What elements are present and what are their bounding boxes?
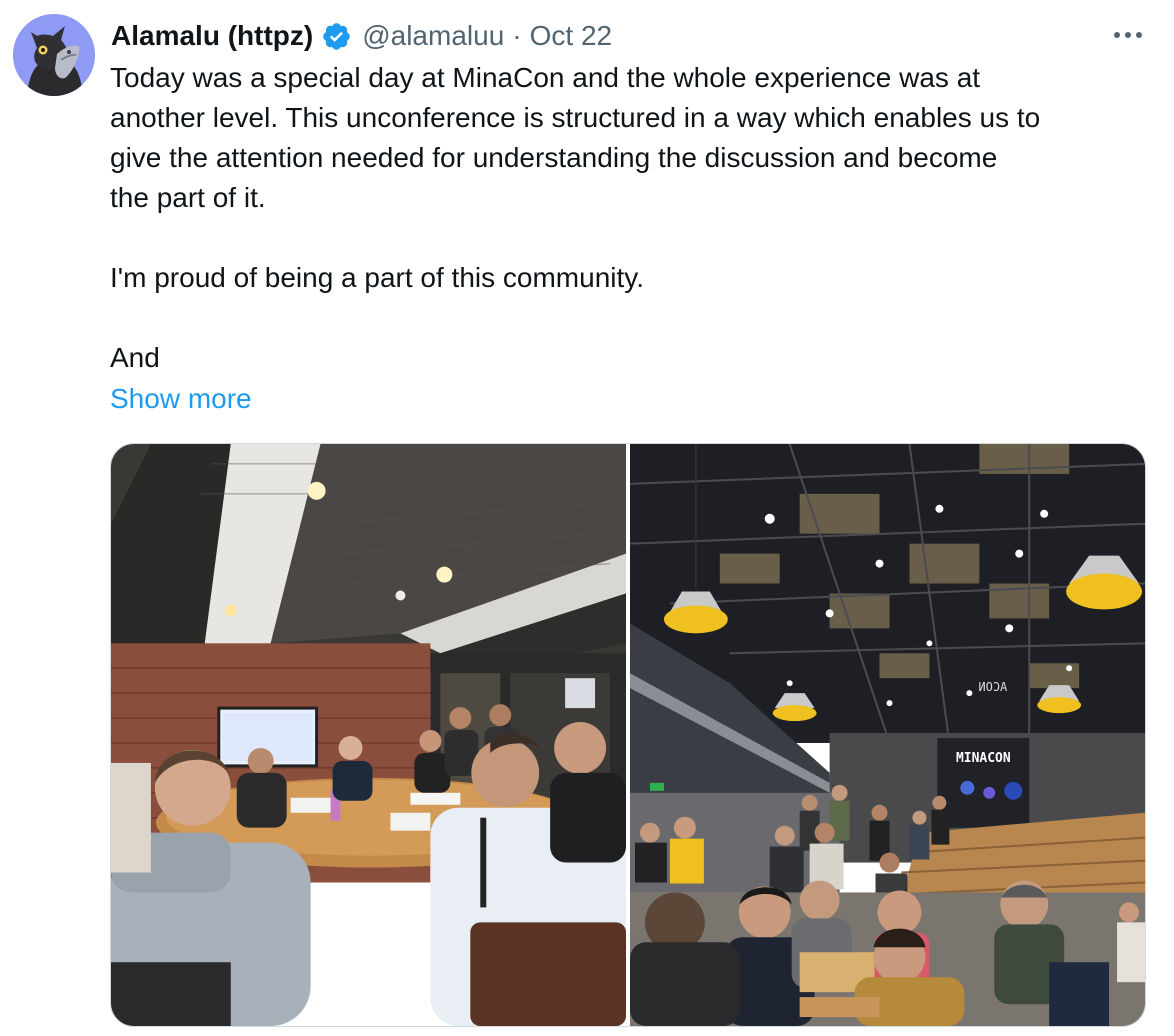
verified-badge-icon bbox=[321, 21, 352, 52]
tweet-line: another level. This unconference is stru… bbox=[110, 102, 1041, 133]
tweet-text: Today was a special day at MinaCon and t… bbox=[110, 58, 1155, 378]
minacon-sign-text: MINACON bbox=[956, 751, 1011, 766]
media-grid: ACON MINACON bbox=[110, 443, 1146, 1027]
tweet-line: Today was a special day at MinaCon and t… bbox=[110, 62, 981, 93]
tweet-header: Alamalu (httpz) @alamaluu · Oct 22 bbox=[111, 16, 612, 56]
photo-meeting-room[interactable] bbox=[111, 444, 626, 1026]
tweet-line: give the attention needed for understand… bbox=[110, 142, 998, 173]
tweet-line: the part of it. bbox=[110, 182, 266, 213]
photo-minacon-hall[interactable]: ACON MINACON bbox=[630, 444, 1145, 1026]
tweet-line: I'm proud of being a part of this commun… bbox=[110, 262, 644, 293]
show-more-link[interactable]: Show more bbox=[110, 379, 252, 419]
more-options-button[interactable] bbox=[1108, 20, 1148, 50]
author-handle[interactable]: @alamaluu bbox=[362, 20, 504, 52]
separator-dot: · bbox=[512, 20, 522, 51]
cat-avatar-icon bbox=[13, 14, 95, 96]
author-avatar[interactable] bbox=[13, 14, 95, 96]
ceiling-sign-text: ACON bbox=[978, 680, 1007, 694]
author-display-name[interactable]: Alamalu (httpz) bbox=[111, 20, 313, 52]
tweet-line: And bbox=[110, 342, 160, 373]
more-horizontal-icon bbox=[1114, 32, 1142, 38]
tweet-date[interactable]: Oct 22 bbox=[530, 20, 612, 52]
